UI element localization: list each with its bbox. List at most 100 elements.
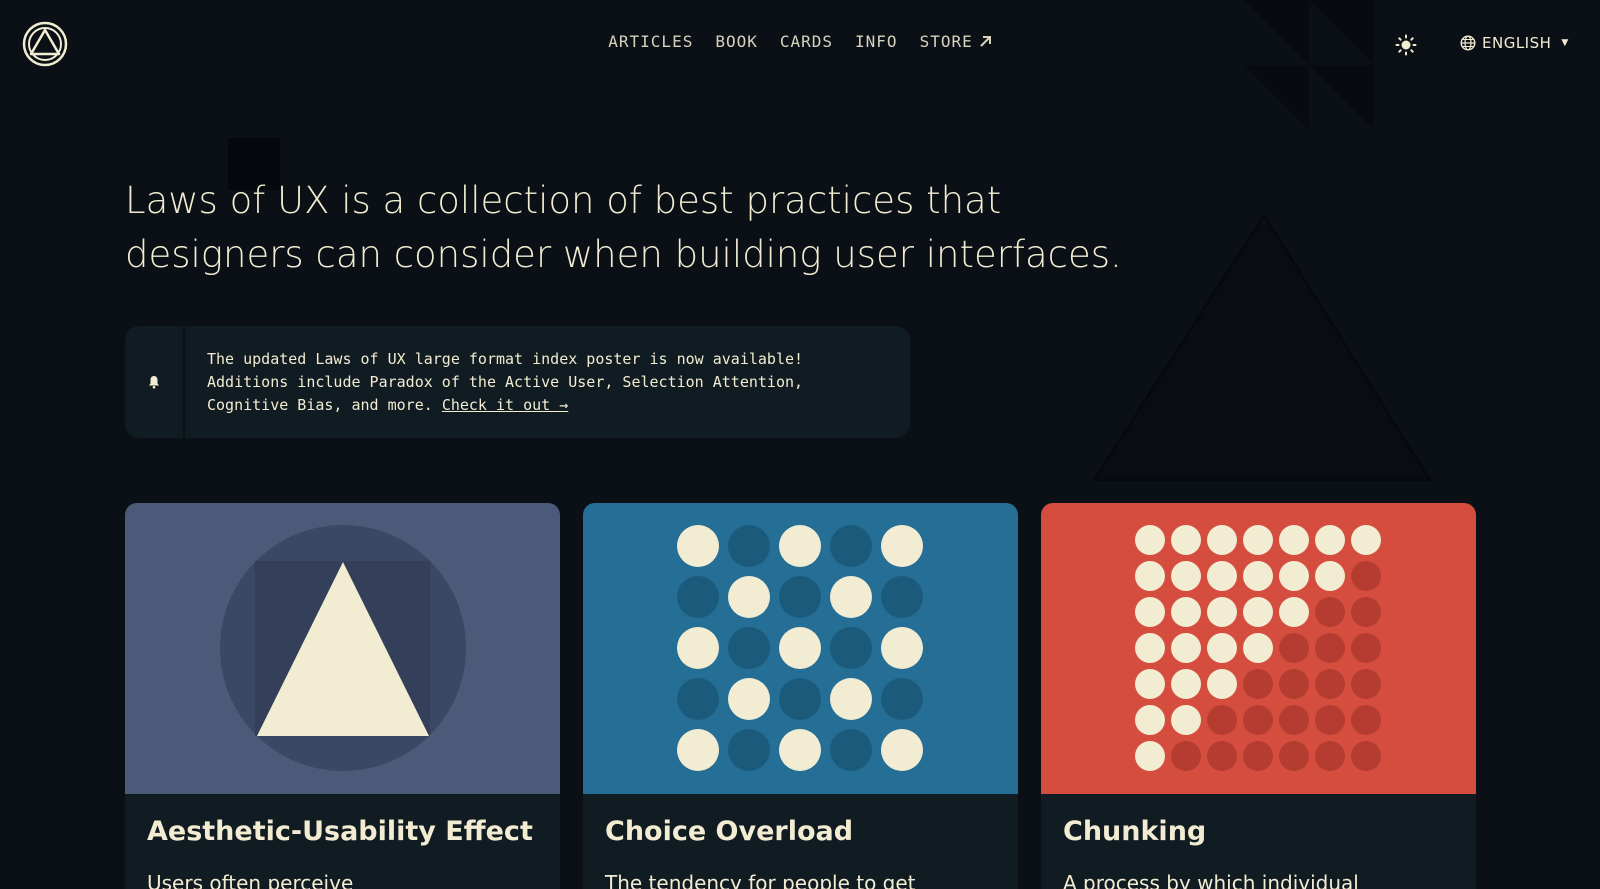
dot bbox=[1315, 669, 1345, 699]
dot bbox=[1135, 597, 1165, 627]
dot bbox=[677, 627, 719, 669]
dot bbox=[1171, 741, 1201, 771]
law-cards: Aesthetic-Usability Effect Users often p… bbox=[125, 503, 1476, 889]
announcement-line-3-text: Cognitive Bias, and more. bbox=[207, 396, 433, 414]
dot bbox=[1351, 669, 1381, 699]
card-title: Choice Overload bbox=[605, 816, 854, 847]
announcement-line-1: The updated Laws of UX large format inde… bbox=[207, 350, 804, 368]
triangular-dots-illustration bbox=[1135, 525, 1381, 771]
dot bbox=[1135, 633, 1165, 663]
nav-info[interactable]: INFO bbox=[855, 32, 898, 51]
dot bbox=[1315, 525, 1345, 555]
dot bbox=[1243, 705, 1273, 735]
card-title: Chunking bbox=[1063, 816, 1207, 847]
dot bbox=[1207, 525, 1237, 555]
dot bbox=[830, 627, 872, 669]
dot bbox=[677, 678, 719, 720]
dot bbox=[1135, 561, 1165, 591]
dot bbox=[1351, 597, 1381, 627]
dot bbox=[1279, 597, 1309, 627]
language-label: ENGLISH bbox=[1482, 34, 1552, 52]
dot bbox=[1243, 669, 1273, 699]
dot bbox=[1279, 525, 1309, 555]
dot bbox=[779, 627, 821, 669]
dot bbox=[1243, 597, 1273, 627]
card-title: Aesthetic-Usability Effect bbox=[147, 816, 533, 847]
dot bbox=[1279, 741, 1309, 771]
dot bbox=[1279, 705, 1309, 735]
dot bbox=[1135, 705, 1165, 735]
dot bbox=[1135, 741, 1165, 771]
dot bbox=[728, 627, 770, 669]
dot bbox=[1315, 561, 1345, 591]
language-selector[interactable]: ENGLISH ▼ bbox=[1460, 34, 1569, 52]
external-arrow-icon bbox=[980, 36, 991, 47]
dot bbox=[1207, 741, 1237, 771]
dot bbox=[728, 678, 770, 720]
dot bbox=[1243, 561, 1273, 591]
dot bbox=[830, 576, 872, 618]
dot bbox=[830, 729, 872, 771]
dot bbox=[1315, 705, 1345, 735]
dot bbox=[1315, 597, 1345, 627]
dot bbox=[881, 576, 923, 618]
bell-column bbox=[125, 326, 185, 438]
dot bbox=[1171, 561, 1201, 591]
bell-icon bbox=[149, 376, 159, 389]
dot bbox=[881, 729, 923, 771]
sun-icon[interactable] bbox=[1395, 34, 1417, 56]
dot bbox=[830, 525, 872, 567]
dot bbox=[1135, 669, 1165, 699]
nav-store[interactable]: STORE bbox=[920, 32, 992, 51]
dot bbox=[1171, 525, 1201, 555]
globe-icon bbox=[1460, 35, 1476, 51]
nav-book-label: BOOK bbox=[715, 32, 758, 51]
dot bbox=[779, 576, 821, 618]
dot bbox=[1243, 633, 1273, 663]
nav-cards[interactable]: CARDS bbox=[780, 32, 833, 51]
card-excerpt: A process by which individual bbox=[1063, 871, 1359, 889]
dot bbox=[1315, 741, 1345, 771]
nav-store-label: STORE bbox=[919, 32, 973, 51]
chevron-down-icon: ▼ bbox=[1561, 38, 1569, 48]
dot bbox=[881, 525, 923, 567]
dot bbox=[677, 729, 719, 771]
dot bbox=[830, 678, 872, 720]
check-it-out-link[interactable]: Check it out → bbox=[442, 396, 568, 414]
dot bbox=[779, 525, 821, 567]
dot bbox=[1351, 633, 1381, 663]
dot bbox=[779, 729, 821, 771]
dot bbox=[1279, 669, 1309, 699]
dot bbox=[677, 576, 719, 618]
dot bbox=[677, 525, 719, 567]
card-choice-overload[interactable]: Choice Overload The tendency for people … bbox=[583, 503, 1018, 889]
dot bbox=[728, 525, 770, 567]
announcement-line-3: Cognitive Bias, and more. Check it out → bbox=[207, 394, 905, 417]
main-nav: ARTICLES BOOK CARDS INFO STORE bbox=[0, 32, 1600, 51]
nav-book[interactable]: BOOK bbox=[715, 32, 758, 51]
dot bbox=[1135, 525, 1165, 555]
poster-announcement: The updated Laws of UX large format inde… bbox=[125, 326, 910, 438]
card-aesthetic-usability-effect[interactable]: Aesthetic-Usability Effect Users often p… bbox=[125, 503, 560, 889]
dot bbox=[1315, 633, 1345, 663]
dot bbox=[1351, 741, 1381, 771]
dot bbox=[1279, 633, 1309, 663]
dot bbox=[1207, 633, 1237, 663]
dot bbox=[1351, 525, 1381, 555]
dot bbox=[881, 678, 923, 720]
checker-dots-illustration bbox=[677, 525, 923, 771]
card-art-chunking bbox=[1041, 503, 1476, 794]
card-chunking[interactable]: Chunking A process by which individual bbox=[1041, 503, 1476, 889]
announcement-line-2: Additions include Paradox of the Active … bbox=[207, 373, 804, 391]
dot bbox=[728, 576, 770, 618]
dot bbox=[1243, 525, 1273, 555]
nav-cards-label: CARDS bbox=[779, 32, 834, 51]
nav-info-label: INFO bbox=[855, 32, 898, 51]
hero-heading: Laws of UX is a collection of best pract… bbox=[125, 174, 1125, 282]
dot bbox=[1351, 561, 1381, 591]
dot bbox=[1207, 597, 1237, 627]
nav-articles[interactable]: ARTICLES bbox=[608, 32, 693, 51]
card-excerpt: Users often perceive bbox=[147, 871, 354, 889]
dot bbox=[779, 678, 821, 720]
dot bbox=[1243, 741, 1273, 771]
